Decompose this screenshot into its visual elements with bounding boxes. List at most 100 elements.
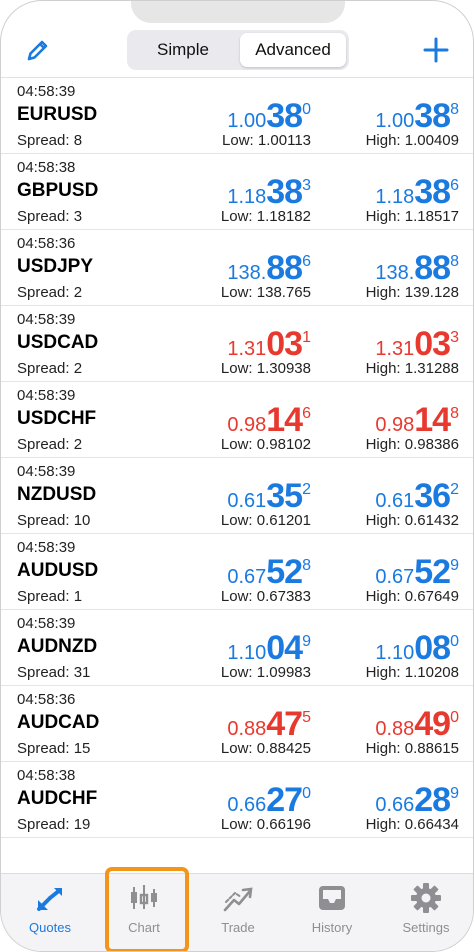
spread-value: 3 — [73, 208, 83, 225]
ask-price-prefix: 0.67 — [375, 566, 415, 588]
bid-price[interactable]: 1.18383 — [161, 174, 311, 210]
quote-spread: Spread: 2 — [17, 284, 82, 301]
low-price: Low: 138.765 — [221, 284, 311, 301]
quote-time: 04:58:39 — [17, 387, 76, 404]
low-label: Low: — [220, 740, 257, 757]
quote-row-audnzd[interactable]: 04:58:39 AUDNZD Spread: 31 1.10049 1.10080 Lo… — [1, 610, 473, 686]
high-price: High: 1.10208 — [366, 664, 459, 681]
ask-price-pips: 38 — [414, 173, 451, 211]
bottom-tab-bar: Quotes Chart Trade History Settings — [1, 873, 473, 951]
quote-time: 04:58:39 — [17, 83, 76, 100]
ask-price-pips: 28 — [414, 781, 451, 819]
bid-price[interactable]: 0.88475 — [161, 706, 311, 742]
ask-price[interactable]: 0.66289 — [309, 782, 459, 818]
high-label: High: — [365, 132, 405, 149]
tab-trade[interactable]: Trade — [191, 874, 285, 951]
low-label: Low: — [220, 284, 257, 301]
low-value: 0.67383 — [256, 588, 311, 605]
spread-label: Spread: — [17, 284, 74, 301]
spread-label: Spread: — [17, 132, 74, 149]
spread-label: Spread: — [17, 588, 74, 605]
ask-price-fraction: 0 — [450, 633, 459, 650]
high-price: High: 0.98386 — [366, 436, 459, 453]
tab-quotes[interactable]: Quotes — [3, 874, 97, 951]
bid-price-prefix: 0.67 — [227, 566, 267, 588]
spread-label: Spread: — [17, 816, 74, 833]
quote-row-gbpusd[interactable]: 04:58:38 GBPUSD Spread: 3 1.18383 1.18386 Low… — [1, 154, 473, 230]
ask-price[interactable]: 0.98148 — [309, 402, 459, 438]
bid-price[interactable]: 0.61352 — [161, 478, 311, 514]
quote-spread: Spread: 3 — [17, 208, 82, 225]
ask-price[interactable]: 0.67529 — [309, 554, 459, 590]
add-symbol-button[interactable] — [421, 35, 451, 65]
bid-price[interactable]: 0.66270 — [161, 782, 311, 818]
bid-price-prefix: 1.31 — [227, 338, 267, 360]
high-value: 139.128 — [404, 284, 459, 301]
bid-price[interactable]: 1.31031 — [161, 326, 311, 362]
high-price: High: 0.61432 — [366, 512, 459, 529]
low-price: Low: 1.00113 — [222, 132, 311, 149]
bid-price-prefix: 1.00 — [227, 110, 267, 132]
high-value: 0.61432 — [404, 512, 459, 529]
ask-price[interactable]: 1.31033 — [309, 326, 459, 362]
quote-spread: Spread: 1 — [17, 588, 82, 605]
quote-symbol: GBPUSD — [17, 180, 99, 201]
bid-price[interactable]: 1.00380 — [161, 98, 311, 134]
ask-price-fraction: 3 — [450, 329, 459, 346]
low-value: 1.30938 — [256, 360, 311, 377]
quote-symbol: USDJPY — [17, 256, 94, 277]
quote-row-nzdusd[interactable]: 04:58:39 NZDUSD Spread: 10 0.61352 0.61362 Lo… — [1, 458, 473, 534]
ask-price-fraction: 6 — [450, 177, 459, 194]
ask-price[interactable]: 138.888 — [309, 250, 459, 286]
quote-row-usdchf[interactable]: 04:58:39 USDCHF Spread: 2 0.98146 0.98148 Low… — [1, 382, 473, 458]
tab-chart[interactable]: Chart — [97, 874, 191, 951]
quote-time: 04:58:39 — [17, 539, 76, 556]
bid-price[interactable]: 138.886 — [161, 250, 311, 286]
low-price: Low: 1.18182 — [221, 208, 311, 225]
quote-spread: Spread: 15 — [17, 740, 90, 757]
spread-label: Spread: — [17, 664, 74, 681]
segment-advanced[interactable]: Advanced — [240, 33, 346, 67]
quote-row-audusd[interactable]: 04:58:39 AUDUSD Spread: 1 0.67528 0.67529 Low… — [1, 534, 473, 610]
spread-label: Spread: — [17, 360, 74, 377]
ask-price[interactable]: 0.61362 — [309, 478, 459, 514]
spread-value: 1 — [73, 588, 83, 605]
tab-label: Trade — [221, 920, 255, 935]
bid-price[interactable]: 0.67528 — [161, 554, 311, 590]
quote-row-usdcad[interactable]: 04:58:39 USDCAD Spread: 2 1.31031 1.31033 Low… — [1, 306, 473, 382]
ask-price[interactable]: 1.18386 — [309, 174, 459, 210]
bid-price-pips: 03 — [266, 325, 303, 363]
spread-value: 2 — [73, 436, 83, 453]
inbox-icon — [319, 886, 345, 910]
spread-value: 15 — [73, 740, 91, 757]
ask-price-pips: 14 — [414, 401, 451, 439]
bid-price-pips: 04 — [266, 629, 303, 667]
low-price: Low: 0.66196 — [221, 816, 311, 833]
quote-row-audchf[interactable]: 04:58:38 AUDCHF Spread: 19 0.66270 0.66289 Lo… — [1, 762, 473, 838]
quote-row-usdjpy[interactable]: 04:58:36 USDJPY Spread: 2 138.886 138.888 Low… — [1, 230, 473, 306]
tab-history[interactable]: History — [285, 874, 379, 951]
spread-value: 8 — [73, 132, 83, 149]
low-value: 0.98102 — [256, 436, 311, 453]
tab-label: Chart — [128, 920, 160, 935]
edit-button[interactable] — [25, 37, 51, 63]
bid-price[interactable]: 0.98146 — [161, 402, 311, 438]
ask-price-fraction: 8 — [450, 253, 459, 270]
ask-price[interactable]: 1.00388 — [309, 98, 459, 134]
low-price: Low: 0.98102 — [221, 436, 311, 453]
bid-price-pips: 35 — [266, 477, 303, 515]
quote-row-audcad[interactable]: 04:58:36 AUDCAD Spread: 15 0.88475 0.88490 Lo… — [1, 686, 473, 762]
ask-price[interactable]: 1.10080 — [309, 630, 459, 666]
ask-price-pips: 49 — [414, 705, 451, 743]
segment-simple[interactable]: Simple — [130, 33, 236, 67]
ask-price-pips: 08 — [414, 629, 451, 667]
bid-price[interactable]: 1.10049 — [161, 630, 311, 666]
quote-row-eurusd[interactable]: 04:58:39 EURUSD Spread: 8 1.00380 1.00388 Low… — [1, 78, 473, 154]
low-value: 0.88425 — [256, 740, 311, 757]
top-bar: Simple Advanced — [1, 25, 473, 77]
high-label: High: — [365, 284, 405, 301]
low-value: 138.765 — [256, 284, 311, 301]
ask-price[interactable]: 0.88490 — [309, 706, 459, 742]
spread-label: Spread: — [17, 740, 74, 757]
tab-settings[interactable]: Settings — [379, 874, 473, 951]
